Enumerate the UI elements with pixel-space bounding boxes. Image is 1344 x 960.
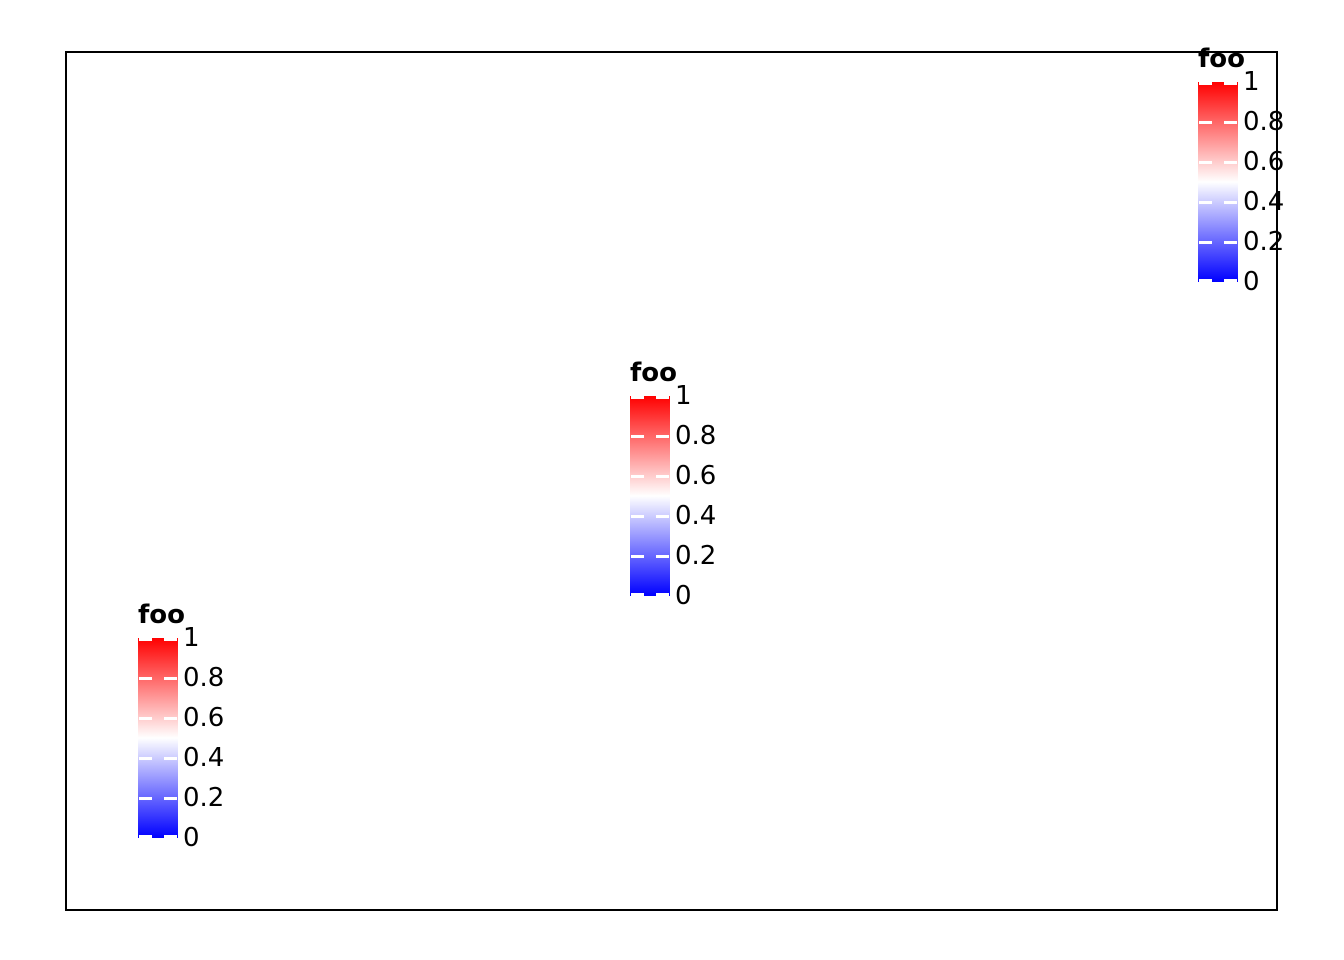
colorbar-tick-label: 0.4 xyxy=(183,743,225,773)
colorbar-tick-mark xyxy=(656,593,669,596)
colorbar-tick-label: 0.8 xyxy=(183,663,225,693)
colorbar-title: foo xyxy=(1198,44,1246,74)
colorbar-tick-mark xyxy=(164,796,177,800)
colorbar-tick-mark xyxy=(139,756,152,760)
colorbar-tick-label: 0.8 xyxy=(675,421,717,451)
colorbar-tick-mark xyxy=(139,676,152,680)
colorbar-tick-mark xyxy=(631,474,644,478)
colorbar-tick-mark xyxy=(1199,240,1212,244)
colorbar-tick-mark xyxy=(656,474,669,478)
colorbar-tick-label: 0 xyxy=(675,581,692,611)
colorbar-tick-mark xyxy=(656,554,669,558)
colorbar-tick-label: 0 xyxy=(1243,267,1260,297)
colorbar-tick-label: 0.6 xyxy=(675,461,717,491)
colorbar-tick-mark xyxy=(631,434,644,438)
colorbar-gradient-fill xyxy=(1198,82,1238,282)
colorbar-tick-mark xyxy=(631,396,644,399)
colorbar-title: foo xyxy=(138,600,186,630)
colorbar-tick-mark xyxy=(631,593,644,596)
colorbar-tick-label: 0.4 xyxy=(675,501,717,531)
colorbar-tick-mark xyxy=(164,756,177,760)
colorbar-tick-label: 1 xyxy=(183,623,200,653)
colorbar-tick-label: 1 xyxy=(675,381,692,411)
colorbar-tick-mark xyxy=(1224,120,1237,124)
colorbar-gradient-bar xyxy=(138,638,178,838)
colorbar-gradient-bar xyxy=(1198,82,1238,282)
colorbar-tick-mark xyxy=(1224,240,1237,244)
colorbar-tick-mark xyxy=(656,514,669,518)
colorbar-tick-mark xyxy=(139,638,152,641)
colorbar-tick-label: 1 xyxy=(1243,67,1260,97)
colorbar-tick-mark xyxy=(1224,82,1237,85)
colorbar-tick-mark xyxy=(631,514,644,518)
colorbar-tick-label: 0.2 xyxy=(1243,227,1285,257)
colorbar-tick-mark xyxy=(1199,160,1212,164)
colorbar-tick-mark xyxy=(1199,200,1212,204)
figure-canvas: foo 1 0.8 0.6 0.4 0.2 0 foo 1 0.8 0.6 0.4 0.2 0 foo 1 0.… xyxy=(0,0,1344,960)
colorbar-title: foo xyxy=(630,358,678,388)
colorbar-tick-label: 0.2 xyxy=(675,541,717,571)
colorbar-tick-mark xyxy=(139,835,152,838)
colorbar-tick-mark xyxy=(656,396,669,399)
colorbar-tick-mark xyxy=(139,716,152,720)
colorbar-tick-mark xyxy=(1199,82,1212,85)
colorbar-gradient-fill xyxy=(630,396,670,596)
colorbar-tick-mark xyxy=(1199,120,1212,124)
colorbar-gradient-fill xyxy=(138,638,178,838)
colorbar-tick-mark xyxy=(164,638,177,641)
colorbar-tick-mark xyxy=(1224,160,1237,164)
colorbar-tick-label: 0.2 xyxy=(183,783,225,813)
colorbar-tick-label: 0.4 xyxy=(1243,187,1285,217)
colorbar-tick-label: 0 xyxy=(183,823,200,853)
colorbar-tick-mark xyxy=(656,434,669,438)
colorbar-tick-mark xyxy=(164,716,177,720)
plot-frame xyxy=(65,51,1278,911)
colorbar-tick-mark xyxy=(631,554,644,558)
colorbar-tick-mark xyxy=(139,796,152,800)
colorbar-gradient-bar xyxy=(630,396,670,596)
colorbar-tick-mark xyxy=(164,676,177,680)
colorbar-tick-mark xyxy=(1224,200,1237,204)
colorbar-tick-label: 0.8 xyxy=(1243,107,1285,137)
colorbar-tick-label: 0.6 xyxy=(183,703,225,733)
colorbar-tick-mark xyxy=(1199,279,1212,282)
colorbar-tick-mark xyxy=(1224,279,1237,282)
colorbar-tick-mark xyxy=(164,835,177,838)
colorbar-tick-label: 0.6 xyxy=(1243,147,1285,177)
